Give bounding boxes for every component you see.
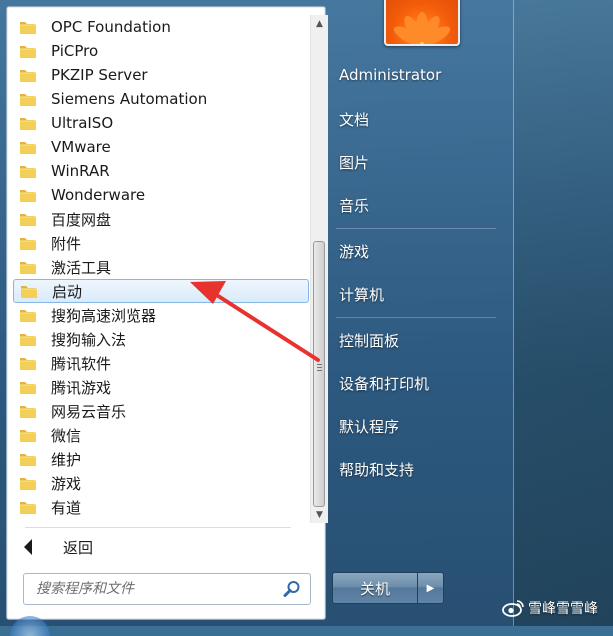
program-folder-label: 附件 (51, 234, 82, 253)
right-item-computer[interactable]: 计算机 (339, 284, 384, 305)
program-folder-item[interactable]: 附件 (13, 231, 309, 255)
shutdown-button[interactable]: 关机 (332, 572, 418, 604)
right-item-control-panel[interactable]: 控制面板 (339, 330, 399, 351)
program-folder-item[interactable]: VMware (13, 135, 309, 159)
program-folder-item[interactable]: 游戏 (13, 471, 309, 495)
right-item-music[interactable]: 音乐 (339, 195, 369, 216)
folder-icon (19, 235, 37, 251)
program-folder-label: 启动 (52, 282, 83, 301)
right-item-devices-printers[interactable]: 设备和打印机 (339, 373, 429, 394)
folder-icon (19, 259, 37, 275)
chevron-right-icon: ▶ (426, 582, 435, 594)
back-label: 返回 (63, 538, 94, 557)
folder-icon (19, 427, 37, 443)
search-icon[interactable] (282, 579, 302, 599)
search-box[interactable] (23, 573, 311, 605)
folder-icon (19, 187, 37, 203)
program-folder-label: WinRAR (51, 162, 110, 180)
folder-icon (19, 211, 37, 227)
program-list: OPC Foundation PiCPro PKZIP Server Siemens … (13, 15, 309, 523)
user-avatar[interactable] (384, 0, 460, 46)
folder-icon (19, 163, 37, 179)
weibo-logo-icon (502, 600, 524, 617)
program-folder-item[interactable]: PiCPro (13, 39, 309, 63)
right-item-games[interactable]: 游戏 (339, 241, 369, 262)
folder-icon (19, 451, 37, 467)
scroll-down-button[interactable]: ▼ (311, 506, 328, 523)
program-folder-label: OPC Foundation (51, 18, 171, 36)
program-folder-label: 腾讯软件 (51, 354, 112, 373)
program-folder-item[interactable]: Wonderware (13, 183, 309, 207)
folder-icon (19, 475, 37, 491)
program-folder-label: 网易云音乐 (51, 402, 127, 421)
program-folder-label: 搜狗输入法 (51, 330, 127, 349)
program-folder-item[interactable]: OPC Foundation (13, 15, 309, 39)
program-folder-label: 游戏 (51, 474, 82, 493)
folder-icon (19, 403, 37, 419)
program-folder-label: 有道 (51, 498, 82, 517)
right-item-pictures[interactable]: 图片 (339, 152, 369, 173)
folder-icon (19, 43, 37, 59)
program-list-scrollbar[interactable]: ▲ ▼ (310, 15, 328, 523)
folder-icon (20, 283, 38, 299)
program-folder-label: PiCPro (51, 42, 99, 60)
right-separator (336, 228, 496, 229)
folder-icon (19, 19, 37, 35)
program-folder-label: 搜狗高速浏览器 (51, 306, 157, 325)
program-folder-item[interactable]: 腾讯游戏 (13, 375, 309, 399)
program-folder-item[interactable]: PKZIP Server (13, 63, 309, 87)
thumb-grip (317, 367, 322, 368)
program-folder-item[interactable]: 网易云音乐 (13, 399, 309, 423)
folder-icon (19, 307, 37, 323)
program-folder-item[interactable]: 百度网盘 (13, 207, 309, 231)
program-folder-label: Siemens Automation (51, 90, 208, 108)
folder-icon (19, 91, 37, 107)
search-input[interactable] (24, 580, 282, 598)
folder-icon (19, 499, 37, 515)
program-folder-item[interactable]: 维护 (13, 447, 309, 471)
folder-icon (19, 331, 37, 347)
folder-icon (19, 379, 37, 395)
program-folder-item[interactable]: 搜狗高速浏览器 (13, 303, 309, 327)
right-item-help-support[interactable]: 帮助和支持 (339, 459, 414, 480)
folder-icon (19, 115, 37, 131)
program-folder-label: 激活工具 (51, 258, 112, 277)
back-button[interactable]: 返回 (23, 533, 303, 561)
back-arrow-icon (24, 539, 32, 555)
start-menu: OPC Foundation PiCPro PKZIP Server Siemens … (0, 0, 514, 626)
programs-panel: OPC Foundation PiCPro PKZIP Server Siemens … (6, 6, 328, 620)
program-folder-item[interactable]: 微信 (13, 423, 309, 447)
shutdown-options-button[interactable]: ▶ (418, 572, 444, 604)
program-folder-label: PKZIP Server (51, 66, 148, 84)
program-folder-item[interactable]: 激活工具 (13, 255, 309, 279)
program-folder-item[interactable]: Siemens Automation (13, 87, 309, 111)
folder-icon (19, 67, 37, 83)
watermark: 雪峰雪雪峰 (502, 598, 598, 618)
folder-icon (19, 139, 37, 155)
right-item-user[interactable]: Administrator (339, 66, 441, 84)
scroll-up-button[interactable]: ▲ (311, 15, 328, 32)
program-folder-item[interactable]: 启动 (13, 279, 309, 303)
program-folder-label: VMware (51, 138, 111, 156)
program-folder-label: 微信 (51, 426, 82, 445)
watermark-text: 雪峰雪雪峰 (528, 601, 598, 617)
program-folder-item[interactable]: UltraISO (13, 111, 309, 135)
thumb-grip (317, 364, 322, 365)
scrollbar-thumb[interactable] (313, 241, 325, 507)
program-folder-label: UltraISO (51, 114, 114, 132)
right-item-default-programs[interactable]: 默认程序 (339, 416, 399, 437)
program-folder-item[interactable]: 搜狗输入法 (13, 327, 309, 351)
divider (25, 527, 291, 528)
program-folder-item[interactable]: 有道 (13, 495, 309, 519)
program-folder-item[interactable]: 腾讯软件 (13, 351, 309, 375)
program-folder-label: 腾讯游戏 (51, 378, 112, 397)
program-folder-label: 维护 (51, 450, 82, 469)
program-folder-label: Wonderware (51, 186, 146, 204)
folder-icon (19, 355, 37, 371)
thumb-grip (317, 370, 322, 371)
right-separator (336, 317, 496, 318)
program-folder-label: 百度网盘 (51, 210, 112, 229)
program-folder-item[interactable]: WinRAR (13, 159, 309, 183)
right-item-documents[interactable]: 文档 (339, 109, 369, 130)
